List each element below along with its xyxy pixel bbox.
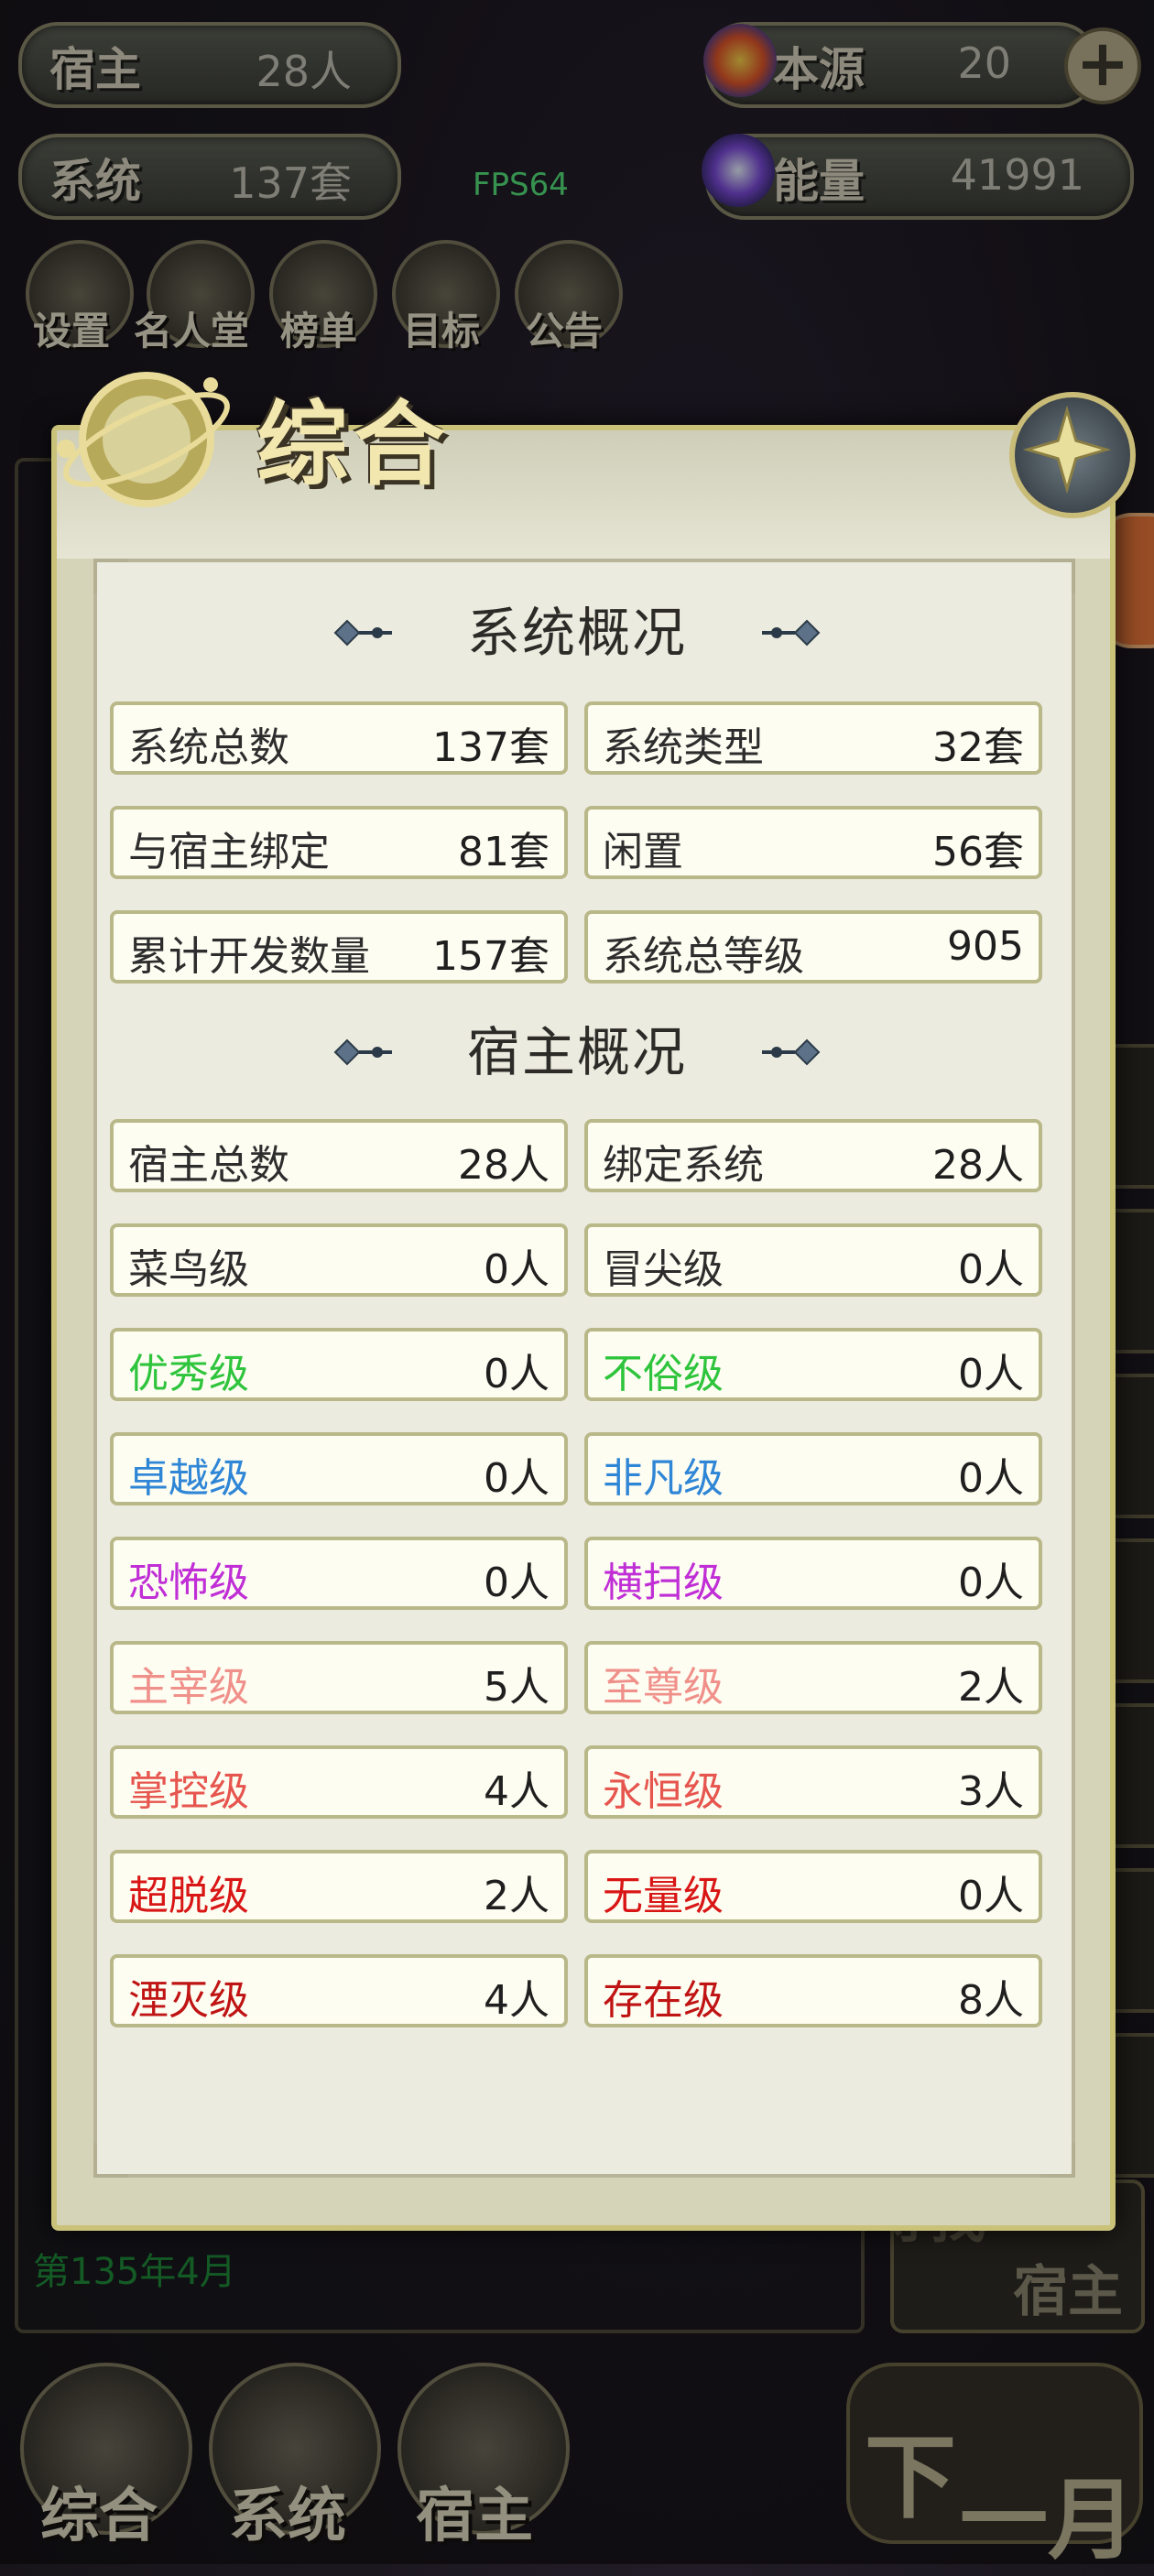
left-diamond-ornament-icon — [333, 619, 392, 647]
stat-key: 与宿主绑定 — [128, 829, 330, 875]
host-level-name: 掌控级 — [128, 1768, 249, 1815]
host-level-count: 28人 — [458, 1142, 550, 1189]
stat-key: 闲置 — [603, 829, 683, 875]
host-level-cell: 横扫级 0人 — [584, 1537, 1042, 1610]
host-level-count: 0人 — [958, 1351, 1024, 1397]
host-level-count: 2人 — [484, 1873, 550, 1919]
host-level-cell: 掌控级 4人 — [110, 1745, 568, 1819]
host-level-count: 2人 — [958, 1664, 1024, 1711]
host-level-name: 横扫级 — [603, 1560, 724, 1606]
host-level-count: 5人 — [484, 1664, 550, 1711]
host-level-cell: 至尊级 2人 — [584, 1641, 1042, 1714]
stat-cell-developed: 累计开发数量 157套 — [110, 910, 568, 984]
host-level-cell: 菜鸟级 0人 — [110, 1223, 568, 1297]
section-title-host: 宿主概况 — [466, 1021, 687, 1083]
host-level-name: 恐怖级 — [128, 1560, 249, 1606]
host-level-cell: 冒尖级 0人 — [584, 1223, 1042, 1297]
host-level-cell: 宿主总数 28人 — [110, 1119, 568, 1192]
host-level-cell: 超脱级 2人 — [110, 1850, 568, 1923]
section-title-system: 系统概况 — [466, 602, 687, 664]
stat-value: 81套 — [458, 829, 550, 875]
section-header-host: 宿主概况 — [106, 1011, 1048, 1093]
host-level-cell: 无量级 0人 — [584, 1850, 1042, 1923]
frame-corner-tr — [1040, 559, 1075, 593]
host-level-count: 0人 — [484, 1351, 550, 1397]
host-level-count: 3人 — [958, 1768, 1024, 1815]
right-diamond-ornament-icon — [762, 1038, 821, 1066]
host-level-cell: 湮灭级 4人 — [110, 1954, 568, 2027]
host-level-count: 0人 — [484, 1560, 550, 1606]
host-level-count: 0人 — [958, 1246, 1024, 1293]
host-level-name: 至尊级 — [603, 1664, 724, 1711]
stat-cell-total-systems: 系统总数 137套 — [110, 701, 568, 775]
host-level-cell: 非凡级 0人 — [584, 1432, 1042, 1505]
host-level-cell: 优秀级 0人 — [110, 1328, 568, 1401]
host-level-count: 0人 — [484, 1246, 550, 1293]
host-level-name: 主宰级 — [128, 1664, 249, 1711]
host-level-name: 湮灭级 — [128, 1977, 249, 2024]
host-level-count: 8人 — [958, 1977, 1024, 2024]
host-level-count: 0人 — [958, 1560, 1024, 1606]
host-level-name: 超脱级 — [128, 1873, 249, 1919]
host-level-count: 28人 — [932, 1142, 1024, 1189]
host-level-count: 0人 — [484, 1455, 550, 1502]
stat-cell-idle: 闲置 56套 — [584, 806, 1042, 879]
stat-cell-bound: 与宿主绑定 81套 — [110, 806, 568, 879]
host-level-name: 菜鸟级 — [128, 1246, 249, 1293]
stat-value: 905 — [947, 923, 1024, 970]
modal-title: 综合 — [256, 390, 451, 498]
stat-key: 系统类型 — [603, 724, 764, 771]
host-level-name: 非凡级 — [603, 1455, 724, 1502]
host-level-name: 冒尖级 — [603, 1246, 724, 1293]
section-header-system: 系统概况 — [106, 592, 1048, 674]
host-level-name: 永恒级 — [603, 1768, 724, 1815]
stat-key: 累计开发数量 — [128, 933, 370, 980]
host-level-count: 4人 — [484, 1977, 550, 2024]
host-level-name: 卓越级 — [128, 1455, 249, 1502]
close-button[interactable] — [1009, 392, 1136, 518]
host-level-cell: 卓越级 0人 — [110, 1432, 568, 1505]
host-level-name: 绑定系统 — [603, 1142, 764, 1189]
left-diamond-ornament-icon — [333, 1038, 392, 1066]
host-level-count: 0人 — [958, 1455, 1024, 1502]
frame-corner-bl — [93, 2143, 128, 2178]
host-level-name: 无量级 — [603, 1873, 724, 1919]
host-level-cell: 永恒级 3人 — [584, 1745, 1042, 1819]
stat-value: 56套 — [932, 829, 1024, 875]
stat-cell-total-level: 系统总等级 905 — [584, 910, 1042, 984]
host-level-name: 宿主总数 — [128, 1142, 289, 1189]
stat-value: 137套 — [432, 724, 550, 771]
host-level-count: 0人 — [958, 1873, 1024, 1919]
planet-emblem-icon — [57, 372, 230, 507]
stat-key: 系统总等级 — [603, 933, 804, 980]
frame-corner-br — [1040, 2143, 1075, 2178]
host-level-cell: 绑定系统 28人 — [584, 1119, 1042, 1192]
host-level-name: 优秀级 — [128, 1351, 249, 1397]
stat-value: 32套 — [932, 724, 1024, 771]
host-level-cell: 恐怖级 0人 — [110, 1537, 568, 1610]
right-diamond-ornament-icon — [762, 619, 821, 647]
frame-corner-tl — [93, 559, 128, 593]
host-level-cell: 存在级 8人 — [584, 1954, 1042, 2027]
host-level-cell: 不俗级 0人 — [584, 1328, 1042, 1401]
host-level-name: 不俗级 — [603, 1351, 724, 1397]
stat-key: 系统总数 — [128, 724, 289, 771]
stat-cell-system-types: 系统类型 32套 — [584, 701, 1042, 775]
host-level-cell: 主宰级 5人 — [110, 1641, 568, 1714]
stat-value: 157套 — [432, 933, 550, 980]
close-star-icon — [1022, 405, 1112, 495]
host-level-name: 存在级 — [603, 1977, 724, 2024]
host-level-count: 4人 — [484, 1768, 550, 1815]
